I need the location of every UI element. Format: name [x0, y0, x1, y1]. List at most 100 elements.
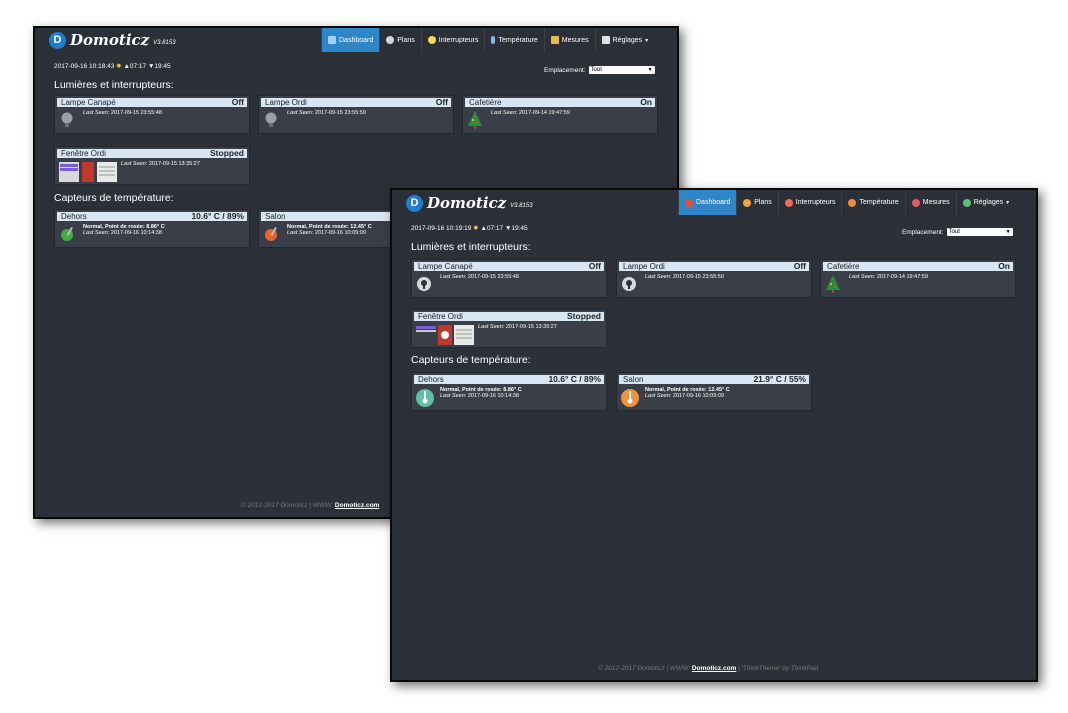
tile-info: Last Seen: 2017-09-15 13:35:27: [478, 324, 557, 330]
gear-icon: [962, 198, 971, 207]
nav-temperature[interactable]: Température: [484, 28, 543, 52]
chevron-down-icon: ▾: [645, 37, 649, 44]
section-lights-title: Lumières et interrupteurs:: [54, 79, 174, 91]
dashboard-icon: [328, 36, 336, 44]
plans-icon: [386, 36, 395, 44]
lightbulb-icon[interactable]: [59, 111, 75, 129]
chevron-down-icon: ▼: [647, 67, 653, 73]
tile-header: Dehors 10.6° C / 89%: [414, 375, 604, 384]
device-name: Lampe Canapé: [418, 262, 473, 271]
thermometer-icon[interactable]: [263, 225, 279, 243]
temp-tile[interactable]: Salon 21.9° C / 55% Normal, Point de rosé…: [616, 372, 812, 411]
lightbulb-icon[interactable]: [621, 275, 637, 293]
tile-info: Last Seen: 2017-09-15 23:55:50: [287, 110, 366, 116]
nav-label: Interrupteurs: [438, 36, 479, 44]
device-tile[interactable]: Lampe Canapé Off Last Seen: 2017-09-15 23…: [54, 95, 250, 134]
device-name: Fenêtre Ordi: [61, 149, 106, 158]
device-tile[interactable]: Cafetière On Last Seen: 2017-09-14 19:47:…: [820, 259, 1016, 298]
device-status: Stopped: [210, 148, 244, 158]
tile-header: Lampe Ordi Off: [619, 262, 809, 271]
christmas-tree-icon[interactable]: [467, 111, 483, 129]
christmas-tree-icon[interactable]: [825, 275, 841, 293]
thermometer-icon[interactable]: [621, 388, 639, 407]
device-tile[interactable]: Fenêtre Ordi Stopped Last Seen: 2017-09-1…: [54, 146, 250, 185]
nav-plans[interactable]: Plans: [379, 28, 421, 52]
domoticz-logo-icon: D: [406, 194, 423, 212]
device-tile[interactable]: Lampe Ordi Off Last Seen: 2017-09-15 23:5…: [258, 95, 454, 134]
tile-info: Last Seen: 2017-09-15 23:55:50: [645, 274, 724, 280]
nav-temperature[interactable]: Température: [841, 190, 904, 215]
thermometer-icon[interactable]: [416, 388, 434, 407]
footer-link[interactable]: Domoticz.com: [692, 665, 736, 672]
temp-tile[interactable]: Dehors 10.6° C / 89% Normal, Point de ros…: [54, 209, 250, 248]
lightbulb-icon: [427, 36, 436, 44]
nav-label: Mesures: [922, 199, 950, 206]
section-lights-title: Lumières et interrupteurs:: [411, 241, 531, 253]
nav-plans[interactable]: Plans: [736, 190, 778, 215]
plans-icon: [743, 198, 752, 207]
nav-mesures[interactable]: Mesures: [543, 28, 595, 52]
date-bar: 2017-09-16 10:18:43 ✹ ▲07:17 ▼19:45: [54, 62, 171, 70]
location-label: Emplacement:: [544, 66, 586, 74]
device-tile[interactable]: Lampe Ordi Off Last Seen: 2017-09-15 23:5…: [616, 259, 812, 298]
chevron-down-icon: ▾: [1006, 200, 1010, 206]
device-tile[interactable]: Fenêtre Ordi Stopped Last Seen: 2017-09-1…: [411, 309, 607, 348]
last-seen-time: 2017-09-15 23:55:50: [314, 110, 366, 116]
location-filter: Emplacement: Tout ▼: [902, 228, 1013, 236]
nav-label: Température: [498, 36, 538, 44]
nav-reglages[interactable]: Réglages ▾: [955, 190, 1016, 215]
date-bar: 2017-09-16 10:19:19 ✹ ▲07:17 ▼19:45: [411, 224, 528, 232]
device-name: Lampe Ordi: [265, 98, 307, 107]
tile-info: Normal, Point de rosée: 12.45° C Last See…: [645, 387, 730, 399]
device-name: Lampe Ordi: [623, 262, 665, 271]
last-seen-time: 2017-09-16 10:09:09: [672, 393, 724, 399]
device-status: Off: [231, 97, 244, 107]
location-label: Emplacement:: [902, 228, 944, 236]
nav-mesures[interactable]: Mesures: [904, 190, 956, 215]
brand[interactable]: D Domoticz V3.8153: [406, 194, 533, 212]
nav-label: Réglages: [612, 36, 643, 44]
device-tile[interactable]: Cafetière On Last Seen: 2017-09-14 19:47:…: [462, 95, 658, 134]
brand[interactable]: D Domoticz V3.8153: [49, 31, 176, 49]
thermometer-icon[interactable]: [59, 225, 75, 243]
nav-label: Interrupteurs: [795, 199, 836, 206]
lightbulb-icon[interactable]: [263, 111, 279, 129]
sunrise-time: ▲07:17: [480, 225, 504, 232]
device-tile[interactable]: Lampe Canapé Off Last Seen: 2017-09-15 23…: [411, 259, 607, 298]
sunset-time: ▼19:45: [504, 225, 528, 232]
section-temp-title: Capteurs de température:: [54, 192, 174, 204]
sun-icon: ✹: [116, 63, 122, 70]
screenshot-think-theme: D Domoticz V3.8153 Dashboard Plans Inter…: [390, 188, 1038, 682]
location-select[interactable]: Tout ▼: [588, 66, 655, 74]
footer-link[interactable]: Domoticz.com: [335, 502, 379, 509]
device-status: Stopped: [567, 311, 601, 321]
nav-label: Réglages: [973, 199, 1004, 206]
temp-tile[interactable]: Dehors 10.6° C / 89% Normal, Point de ros…: [411, 372, 607, 411]
location-value: Tout: [590, 67, 602, 73]
nav-interrupteurs[interactable]: Interrupteurs: [420, 28, 485, 52]
footer-text: © 2012-2017 Domoticz | WWW:: [241, 502, 334, 509]
last-seen-time: 2017-09-16 10:14:38: [467, 393, 519, 399]
nav-dashboard[interactable]: Dashboard: [678, 190, 737, 215]
nav-reglages[interactable]: Réglages ▾: [594, 28, 655, 52]
current-datetime: 2017-09-16 10:18:43: [54, 63, 115, 70]
location-select[interactable]: Tout ▼: [946, 228, 1013, 236]
thermometer-icon: [491, 36, 496, 44]
device-name: Lampe Canapé: [61, 98, 116, 107]
tile-header: Fenêtre Ordi Stopped: [414, 312, 604, 321]
lightbulb-icon[interactable]: [416, 275, 432, 293]
sunrise-time: ▲07:17: [123, 63, 147, 70]
nav-dashboard[interactable]: Dashboard: [321, 28, 380, 52]
sunset-time: ▼19:45: [147, 63, 171, 70]
nav-label: Plans: [754, 199, 772, 206]
blinds-controls: [416, 325, 476, 345]
tile-info: Last Seen: 2017-09-14 19:47:59: [491, 110, 570, 116]
top-navbar: D Domoticz V3.8153 Dashboard Plans Inter…: [35, 28, 677, 52]
tile-header: Fenêtre Ordi Stopped: [57, 149, 247, 158]
device-status: Off: [588, 261, 601, 271]
tile-info: Normal, Point de rosée: 8.86° C Last Seen…: [83, 224, 165, 236]
nav-interrupteurs[interactable]: Interrupteurs: [777, 190, 842, 215]
sun-icon: ✹: [473, 225, 479, 232]
last-seen-label: Last Seen:: [83, 230, 110, 236]
device-status: On: [640, 97, 652, 107]
